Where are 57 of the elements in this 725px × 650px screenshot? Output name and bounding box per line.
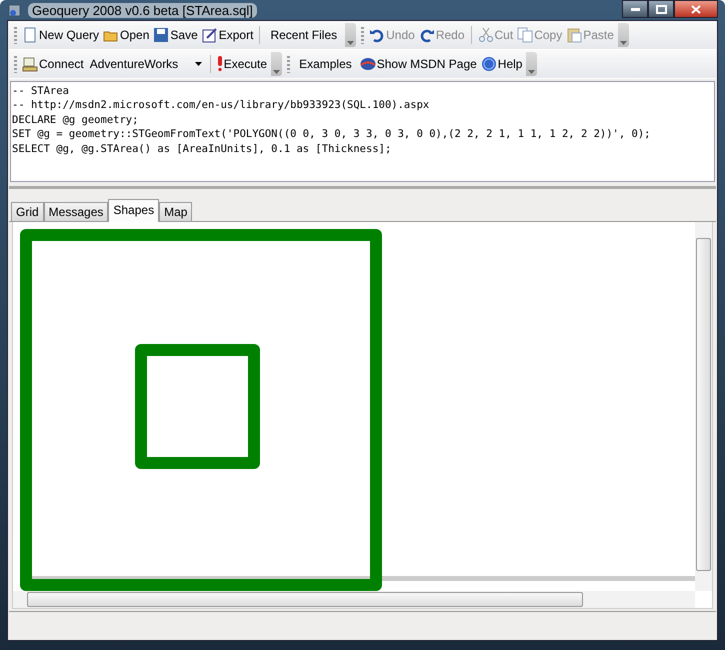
horizontal-scrollbar[interactable] [13,591,695,608]
help-icon [480,56,497,72]
redo-icon [418,27,435,43]
toolbar-overflow-button[interactable] [345,23,356,47]
caret-icon [347,41,354,45]
window-title: Geoquery 2008 v0.6 beta [STArea.sql] [28,2,257,18]
maximize-button[interactable] [648,0,674,18]
toolbar-button[interactable]: New Query [20,24,102,46]
toolbar-grip[interactable] [287,56,290,72]
toolbar-button[interactable]: Show MSDN Page [358,53,479,75]
undo-icon [369,27,386,43]
computer-icon [22,56,38,72]
tab[interactable]: Map [159,202,192,221]
page-icon [22,27,38,43]
caret-icon [528,70,536,74]
document-pen-icon [202,27,218,43]
globe-icon [360,56,376,72]
code-line: SET @g = geometry::STGeomFromText('POLYGON((0 0, 3 0, 3 3, 0 3, 0 0),(2 2, 2 1, 1 1, 1 2, 2 2))', 0); [12,127,652,142]
minimize-icon [630,8,640,10]
tab[interactable]: Shapes [108,199,160,222]
caret-icon [273,70,280,74]
maximize-icon [656,4,666,14]
database-dropdown[interactable]: AdventureWorks [86,57,206,71]
toolbar-grip[interactable] [361,26,364,44]
code-line: -- http://msdn2.microsoft.com/en-us/library/bb933923(SQL.100).aspx [12,98,430,113]
sql-editor[interactable] [10,81,715,182]
toolbar-overflow-button[interactable] [618,23,629,47]
vertical-scrollbar[interactable] [695,222,712,591]
tab[interactable]: Messages [44,202,108,221]
toolbar-grip[interactable] [14,56,17,72]
exclamation-icon [216,56,223,72]
toolbar-button[interactable]: Export [200,24,256,46]
tab[interactable]: Grid [11,202,44,221]
toolbar-overflow-button[interactable] [526,52,538,76]
scissors-icon [478,27,494,43]
toolbar-button[interactable]: Open [101,24,152,46]
toolbar-button[interactable]: Help [478,53,524,75]
close-button[interactable] [674,0,718,18]
close-icon [691,4,701,14]
toolbar-button[interactable]: Execute [214,53,270,75]
caret-icon [620,41,627,45]
code-line: -- STArea [12,84,70,98]
toolbar-overflow-button[interactable] [271,52,282,76]
toolbar-button[interactable]: Save [151,24,200,46]
code-line: SELECT @g, @g.STArea() as [AreaInUnits], 0.1 as [Thickness]; [12,142,392,156]
scroll-thumb[interactable] [696,238,711,571]
toolbar-grip[interactable] [14,26,17,44]
minimize-button[interactable] [622,0,648,18]
copy-icon [517,27,534,43]
app-icon [7,2,23,18]
code-line: DECLARE @g geometry; [12,112,140,128]
toolbar-button[interactable]: Examples [293,53,358,75]
toolbar-button[interactable]: Connect [20,53,86,75]
clipboard-icon [566,27,582,43]
scroll-thumb[interactable] [27,592,583,607]
toolbar-button[interactable]: Recent Files [264,24,344,46]
dropdown-arrow-icon [194,62,202,66]
